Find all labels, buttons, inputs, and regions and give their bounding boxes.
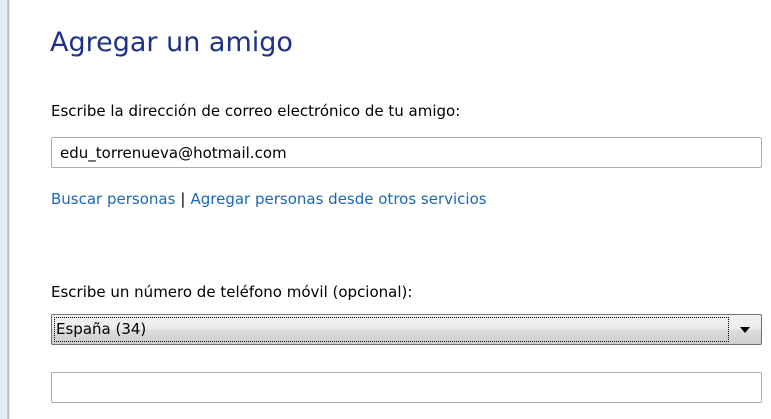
- links-row: Buscar personas | Agregar personas desde o…: [51, 190, 487, 208]
- search-people-link[interactable]: Buscar personas: [51, 190, 175, 208]
- chevron-down-icon[interactable]: [740, 327, 750, 333]
- phone-label: Escribe un número de teléfono móvil (opc…: [51, 283, 413, 301]
- add-friend-dialog: Agregar un amigo Escribe la dirección de…: [0, 0, 771, 419]
- add-from-services-link[interactable]: Agregar personas desde otros servicios: [190, 190, 486, 208]
- country-code-selected-value: España (34): [54, 317, 729, 342]
- page-title: Agregar un amigo: [50, 27, 293, 58]
- email-field[interactable]: [51, 137, 762, 168]
- link-separator: |: [180, 190, 186, 208]
- country-code-select[interactable]: España (34): [51, 314, 762, 345]
- window-left-border: [0, 0, 10, 419]
- phone-number-field[interactable]: [51, 372, 762, 403]
- email-label: Escribe la dirección de correo electróni…: [51, 102, 461, 120]
